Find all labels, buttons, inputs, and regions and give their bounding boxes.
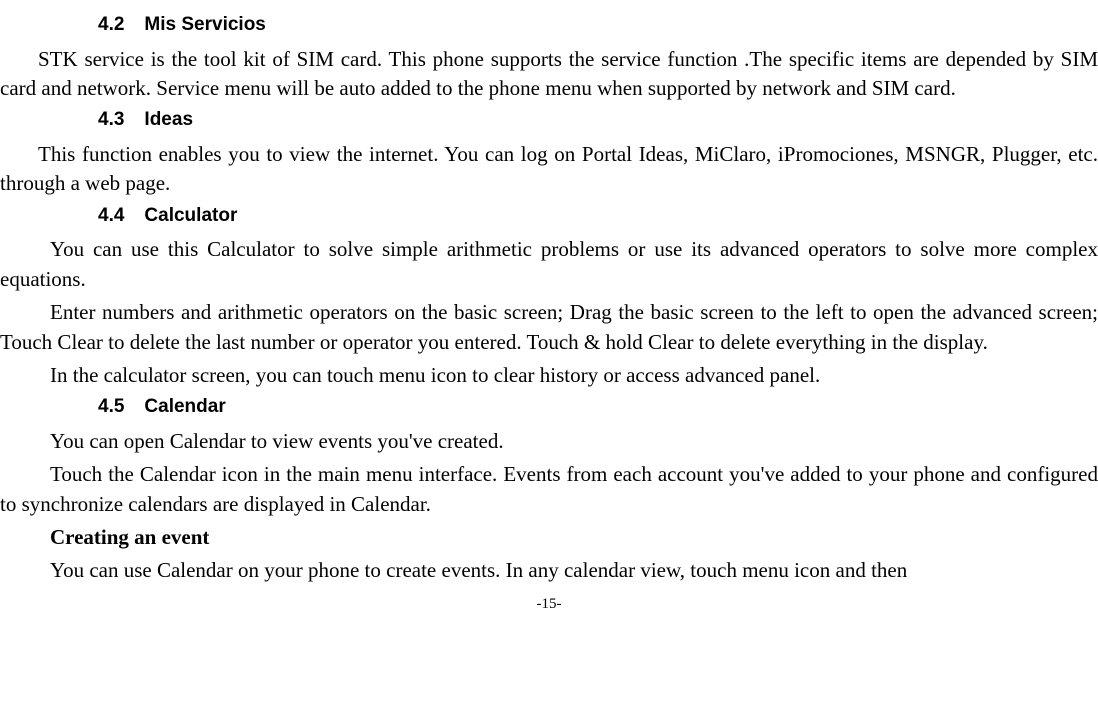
section-paragraph: You can open Calendar to view events you… bbox=[0, 427, 1098, 456]
section-paragraph: This function enables you to view the in… bbox=[0, 140, 1098, 199]
section-title: Mis Servicios bbox=[144, 14, 265, 35]
page-number: -15- bbox=[0, 594, 1098, 615]
section-paragraph: In the calculator screen, you can touch … bbox=[0, 361, 1098, 390]
document-page: 4.2 Mis Servicios STK service is the tool… bbox=[0, 0, 1098, 615]
section-heading-4-4: 4.4 Calculator bbox=[98, 203, 1098, 230]
section-paragraph: Touch the Calendar icon in the main menu… bbox=[0, 460, 1098, 519]
section-number: 4.5 bbox=[98, 394, 124, 421]
section-paragraph: You can use this Calculator to solve sim… bbox=[0, 235, 1098, 294]
section-number: 4.3 bbox=[98, 107, 124, 134]
section-title: Calculator bbox=[144, 205, 237, 226]
section-heading-4-2: 4.2 Mis Servicios bbox=[98, 12, 1098, 39]
section-paragraph: You can use Calendar on your phone to cr… bbox=[0, 556, 1098, 585]
section-heading-4-3: 4.3 Ideas bbox=[98, 107, 1098, 134]
section-title: Calendar bbox=[144, 396, 225, 417]
section-paragraph: Enter numbers and arithmetic operators o… bbox=[0, 298, 1098, 357]
section-number: 4.4 bbox=[98, 203, 124, 230]
section-number: 4.2 bbox=[98, 12, 124, 39]
section-subheading: Creating an event bbox=[0, 523, 1098, 552]
section-heading-4-5: 4.5 Calendar bbox=[98, 394, 1098, 421]
section-paragraph: STK service is the tool kit of SIM card.… bbox=[0, 45, 1098, 104]
section-title: Ideas bbox=[144, 109, 193, 130]
